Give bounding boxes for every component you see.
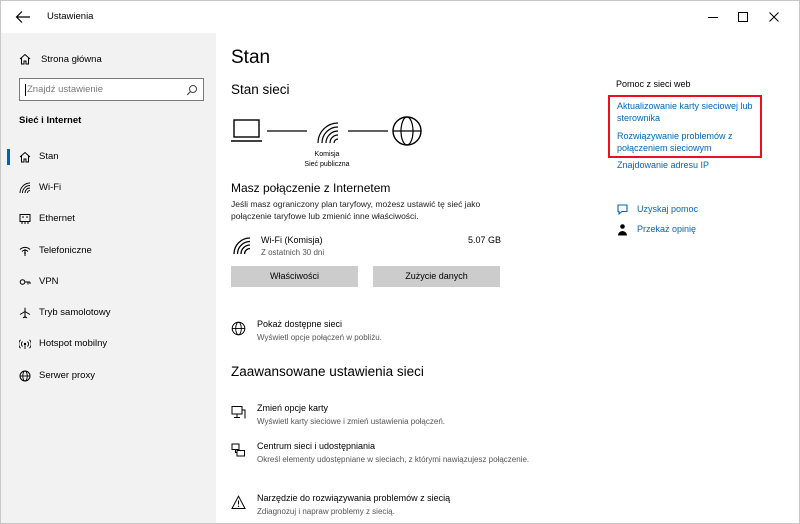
change-adapter-options-title: Zmień opcje karty bbox=[257, 403, 329, 413]
data-usage-button[interactable]: Zużycie danych bbox=[373, 266, 500, 287]
change-adapter-options-item[interactable]: Zmień opcje karty Wyświetl karty sieciow… bbox=[231, 403, 531, 433]
sidebar-section-title: Sieć i Internet bbox=[19, 115, 82, 126]
network-name: Komisja bbox=[314, 151, 340, 158]
wifi-icon bbox=[233, 237, 251, 255]
network-troubleshooter-title: Narzędzie do rozwiązywania problemów z s… bbox=[257, 493, 451, 503]
change-adapter-options-desc: Wyświetl karty sieciowe i zmień ustawien… bbox=[257, 417, 445, 426]
network-sharing-center-item[interactable]: Centrum sieci i udostępniania Określ ele… bbox=[231, 441, 531, 481]
home-icon bbox=[19, 151, 31, 163]
help-chat-icon bbox=[617, 204, 628, 216]
network-type: Sieć publiczna bbox=[304, 161, 350, 168]
search-icon[interactable] bbox=[186, 84, 198, 96]
search-box[interactable] bbox=[19, 78, 204, 101]
sharing-center-icon bbox=[231, 443, 245, 457]
warning-icon bbox=[231, 495, 246, 509]
network-troubleshooter-item[interactable]: Narzędzie do rozwiązywania problemów z s… bbox=[231, 493, 531, 523]
minimize-icon[interactable] bbox=[705, 9, 721, 25]
advanced-heading: Zaawansowane ustawienia sieci bbox=[231, 364, 424, 379]
sidebar-item-wifi[interactable]: Wi-Fi bbox=[1, 177, 216, 199]
network-sharing-center-title: Centrum sieci i udostępniania bbox=[257, 441, 376, 451]
troubleshoot-connection-link[interactable]: Rozwiązywanie problemów z połączeniem si… bbox=[617, 131, 757, 154]
laptop-icon bbox=[231, 119, 262, 142]
connection-period: Z ostatnich 30 dni bbox=[261, 248, 325, 257]
sidebar: Strona główna Sieć i Internet Stan Wi-Fi bbox=[1, 33, 216, 523]
sidebar-item-label: VPN bbox=[39, 276, 59, 287]
ethernet-icon bbox=[19, 214, 31, 224]
network-adapter-icon bbox=[231, 406, 246, 419]
window-title: Ustawienia bbox=[47, 11, 94, 22]
home-nav-item[interactable]: Strona główna bbox=[19, 49, 102, 69]
title-bar: Ustawienia bbox=[1, 1, 799, 33]
properties-button[interactable]: Właściwości bbox=[231, 266, 358, 287]
get-help-label: Uzyskaj pomoc bbox=[637, 204, 699, 214]
network-status-heading: Stan sieci bbox=[231, 82, 290, 97]
sidebar-item-hotspot[interactable]: Hotspot mobilny bbox=[1, 333, 216, 355]
home-icon bbox=[19, 53, 31, 65]
connection-name: Wi-Fi (Komisja) bbox=[261, 235, 323, 245]
feedback-icon bbox=[618, 224, 627, 236]
wifi-icon bbox=[19, 182, 31, 194]
sidebar-item-ethernet[interactable]: Ethernet bbox=[1, 208, 216, 230]
hotspot-icon bbox=[19, 339, 31, 349]
sidebar-item-label: Hotspot mobilny bbox=[39, 338, 108, 349]
find-ip-address-link[interactable]: Znajdowanie adresu IP bbox=[617, 160, 767, 172]
connected-description: Jeśli masz ograniczony plan taryfowy, mo… bbox=[231, 199, 481, 221]
network-sharing-center-desc: Określ elementy udostępniane w sieciach,… bbox=[257, 455, 530, 464]
page-title: Stan bbox=[231, 47, 271, 68]
update-driver-link[interactable]: Aktualizowanie karty sieciowej lub stero… bbox=[617, 101, 757, 124]
back-arrow-icon[interactable] bbox=[15, 10, 31, 24]
dialup-icon bbox=[19, 246, 31, 256]
network-troubleshooter-desc: Zdiagnozuj i napraw problemy z siecią. bbox=[257, 507, 395, 516]
airplane-icon bbox=[19, 307, 31, 319]
sidebar-item-label: Tryb samolotowy bbox=[39, 307, 111, 318]
globe-icon bbox=[19, 370, 31, 382]
show-networks-item[interactable]: Pokaż dostępne sieci Wyświetl opcje połą… bbox=[231, 319, 531, 349]
connected-heading: Masz połączenie z Internetem bbox=[231, 181, 391, 195]
sidebar-item-vpn[interactable]: VPN bbox=[1, 271, 216, 293]
show-networks-desc: Wyświetl opcje połączeń w pobliżu. bbox=[257, 333, 382, 342]
web-help-title: Pomoc z sieci web bbox=[616, 79, 691, 89]
globe-icon bbox=[231, 321, 246, 336]
settings-window: Ustawienia Strona główna Sieć i Intern bbox=[0, 0, 800, 524]
sidebar-item-label: Ethernet bbox=[39, 213, 75, 224]
sidebar-item-proxy[interactable]: Serwer proxy bbox=[1, 365, 216, 387]
sidebar-item-telefoniczne[interactable]: Telefoniczne bbox=[1, 240, 216, 262]
sidebar-item-label: Telefoniczne bbox=[39, 245, 92, 256]
network-label: Komisja Sieć publiczna bbox=[296, 150, 358, 170]
home-label: Strona główna bbox=[41, 53, 102, 65]
show-networks-title: Pokaż dostępne sieci bbox=[257, 319, 343, 329]
wifi-icon bbox=[317, 122, 339, 144]
close-icon[interactable] bbox=[766, 9, 782, 25]
globe-icon bbox=[392, 116, 422, 146]
sidebar-item-label: Stan bbox=[39, 151, 59, 162]
sidebar-item-tryb-samolotowy[interactable]: Tryb samolotowy bbox=[1, 302, 216, 324]
text-caret bbox=[25, 84, 26, 96]
maximize-icon[interactable] bbox=[735, 9, 751, 25]
feedback-label: Przekaż opinię bbox=[637, 224, 697, 234]
search-input[interactable] bbox=[27, 82, 187, 97]
connection-row: Wi-Fi (Komisja) Z ostatnich 30 dni 5.07 … bbox=[231, 233, 501, 261]
sidebar-item-label: Serwer proxy bbox=[39, 370, 95, 381]
sidebar-item-label: Wi-Fi bbox=[39, 182, 62, 193]
connection-usage: 5.07 GB bbox=[467, 235, 501, 245]
sidebar-item-stan[interactable]: Stan bbox=[1, 146, 216, 168]
vpn-icon bbox=[19, 279, 31, 285]
